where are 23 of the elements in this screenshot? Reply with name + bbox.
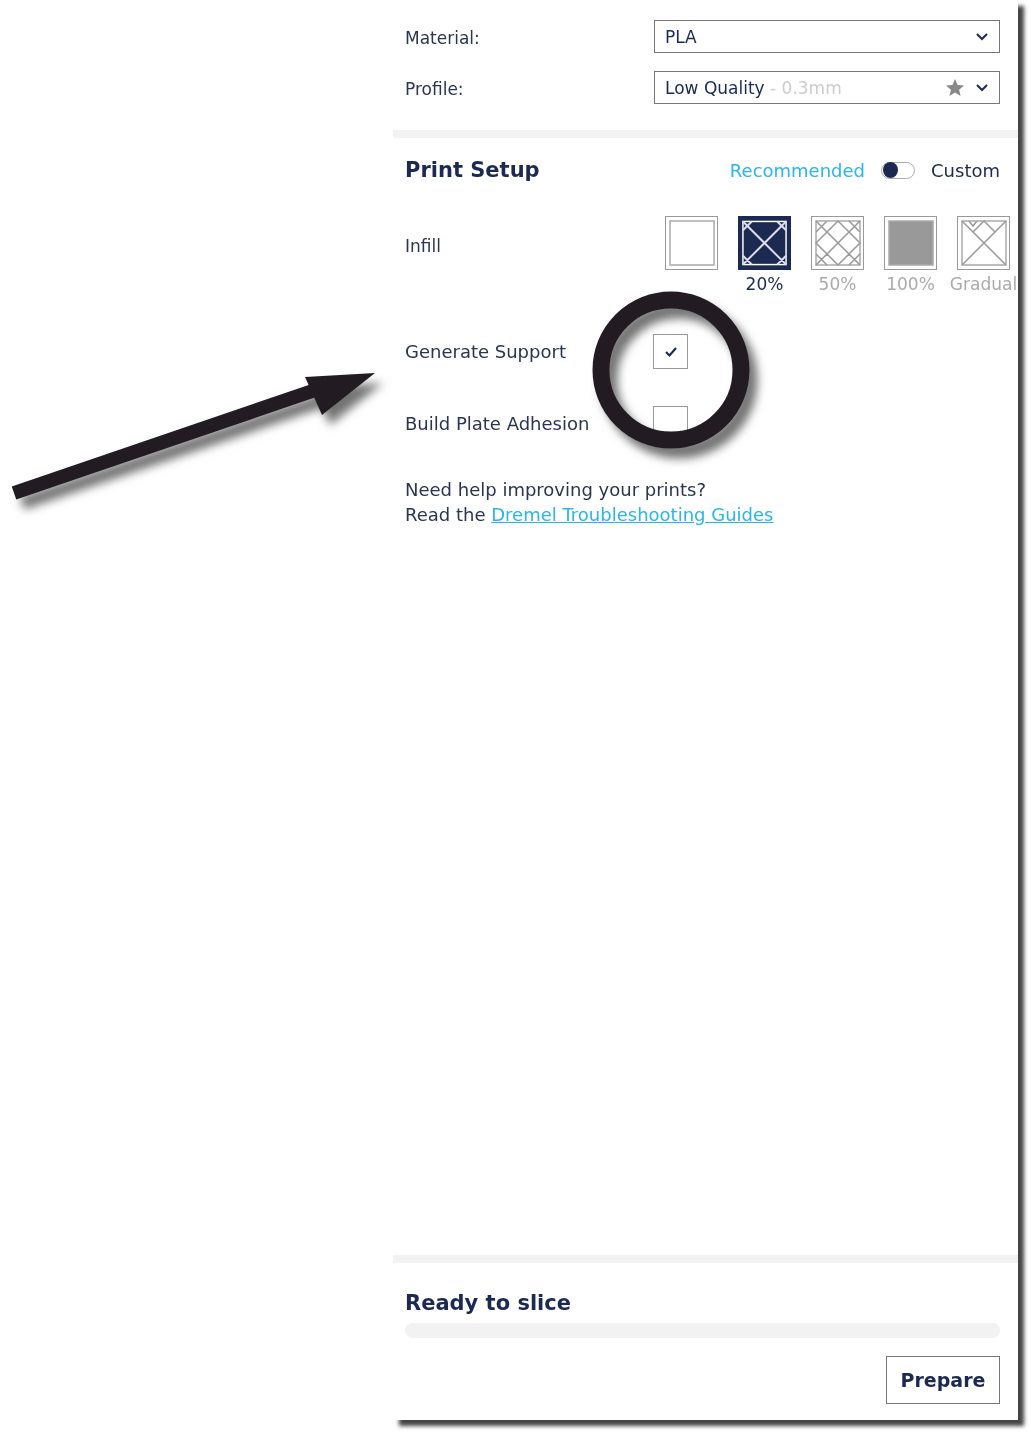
checkmark-icon [663, 345, 678, 358]
material-label: Material: [405, 28, 480, 48]
chevron-icon [975, 82, 989, 93]
status-title: Ready to slice [405, 1291, 572, 1315]
section-title: Print Setup [405, 158, 540, 182]
infill-percentage: 100% [886, 274, 935, 296]
help-text: Read the [405, 504, 486, 525]
infill-option[interactable] [738, 216, 791, 270]
setting-label: Build Plate Adhesion [405, 413, 591, 434]
infill-percentage: Gradual [949, 274, 1018, 296]
custom-label: Custom [931, 159, 1000, 181]
setting-label: Generate Support [405, 341, 567, 362]
checkbox[interactable] [653, 334, 688, 369]
prepare-button[interactable]: Prepare [886, 1356, 1000, 1404]
infill-label: Infill [405, 236, 441, 258]
infill-percentage: 50% [818, 274, 857, 296]
material-dropdown[interactable]: PLA [654, 20, 1000, 53]
profile-label: Profile: [405, 79, 464, 99]
infill-percentage: 20% [745, 274, 784, 296]
chevron-icon [975, 31, 989, 42]
recommended-label: Recommended [729, 159, 866, 181]
help-text: Need help improving your prints? [405, 479, 707, 500]
star-icon [945, 77, 965, 98]
